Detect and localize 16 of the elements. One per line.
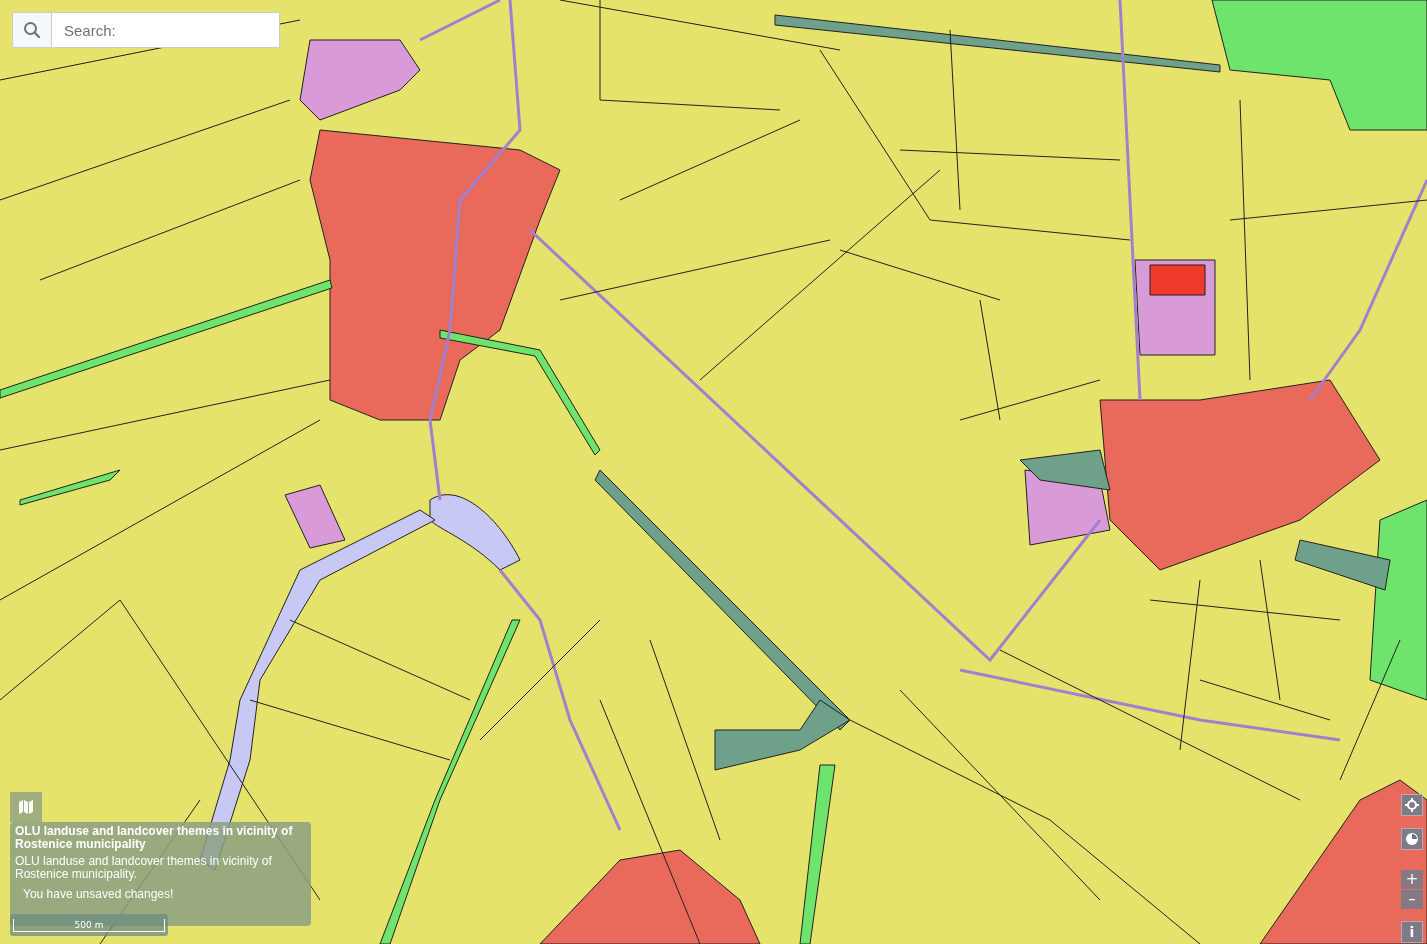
panel-title: OLU landuse and landcover themes in vicinity of Rostenice municipality [15, 825, 294, 851]
scale-label: 500 m [13, 918, 165, 932]
info-button[interactable]: i [1401, 921, 1423, 943]
zoom-in-button[interactable]: + [1401, 870, 1423, 889]
search-field[interactable]: Search: [52, 12, 280, 48]
zoom-out-button[interactable]: – [1401, 890, 1423, 909]
land-use-map-drawing[interactable] [0, 0, 1427, 944]
folded-map-icon [18, 799, 34, 815]
panel-description: OLU landuse and landcover themes in vicinity of Rostenice municipality. [15, 855, 273, 881]
pie-icon [1405, 832, 1419, 846]
crosshair-icon [1405, 798, 1419, 812]
unsaved-changes-notice: You have unsaved changes! [23, 886, 175, 902]
search-icon[interactable] [12, 12, 52, 48]
map-layers-button[interactable] [10, 792, 42, 822]
theme-button[interactable] [1401, 828, 1423, 850]
locate-button[interactable] [1401, 794, 1423, 816]
